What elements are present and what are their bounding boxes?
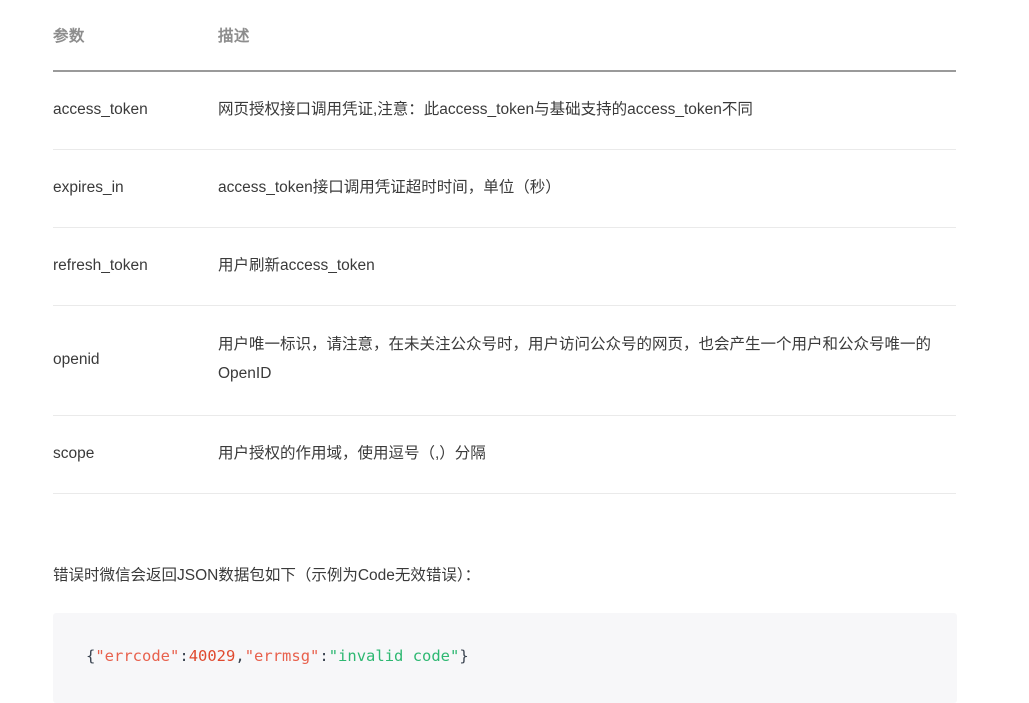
table-row: access_token 网页授权接口调用凭证,注意：此access_token…: [53, 71, 956, 150]
documentation-page: 参数 描述 access_token 网页授权接口调用凭证,注意：此access…: [0, 0, 1029, 703]
code-line: {"errcode":40029,"errmsg":"invalid code"…: [86, 647, 469, 665]
code-token-punct: {: [86, 647, 96, 665]
table-header: 参数 描述: [53, 24, 956, 72]
param-name-cell: scope: [53, 415, 218, 494]
param-description-cell: 用户授权的作用域，使用逗号（,）分隔: [218, 415, 956, 494]
table-row: openid 用户唯一标识，请注意，在未关注公众号时，用户访问公众号的网页，也会…: [53, 305, 956, 416]
table-row: refresh_token 用户刷新access_token: [53, 227, 956, 306]
param-description-cell: 网页授权接口调用凭证,注意：此access_token与基础支持的access_…: [218, 71, 956, 150]
code-token-punct: :: [319, 647, 329, 665]
column-header-parameter: 参数: [53, 24, 218, 72]
table-row: scope 用户授权的作用域，使用逗号（,）分隔: [53, 415, 956, 494]
code-block: {"errcode":40029,"errmsg":"invalid code"…: [53, 613, 957, 703]
param-name-cell: expires_in: [53, 149, 218, 228]
table-body: access_token 网页授权接口调用凭证,注意：此access_token…: [53, 71, 956, 494]
table-row: expires_in access_token接口调用凭证超时时间，单位（秒）: [53, 149, 956, 228]
param-description-cell: access_token接口调用凭证超时时间，单位（秒）: [218, 149, 956, 228]
code-token-punct: }: [459, 647, 469, 665]
parameter-table: 参数 描述 access_token 网页授权接口调用凭证,注意：此access…: [53, 24, 956, 494]
code-token-number: 40029: [188, 647, 236, 665]
code-token-punct: ,: [235, 647, 245, 665]
code-token-string: "invalid code": [328, 647, 460, 665]
error-note-paragraph: 错误时微信会返回JSON数据包如下（示例为Code无效错误）：: [53, 566, 481, 584]
param-name-cell: access_token: [53, 71, 218, 150]
code-token-key: "errcode": [95, 647, 180, 665]
column-header-description: 描述: [218, 24, 956, 72]
code-token-key: "errmsg": [244, 647, 320, 665]
code-token-punct: :: [179, 647, 189, 665]
param-description-cell: 用户唯一标识，请注意，在未关注公众号时，用户访问公众号的网页，也会产生一个用户和…: [218, 305, 956, 416]
param-description-cell: 用户刷新access_token: [218, 227, 956, 306]
param-name-cell: refresh_token: [53, 227, 218, 306]
table-header-row: 参数 描述: [53, 24, 956, 72]
param-name-cell: openid: [53, 305, 218, 416]
